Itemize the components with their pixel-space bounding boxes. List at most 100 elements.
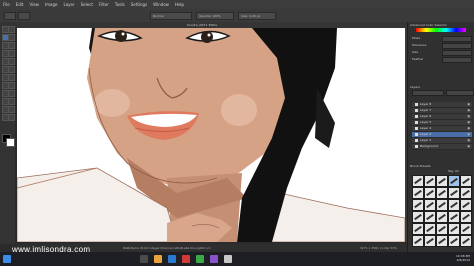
brush-preset-item[interactable]	[436, 211, 448, 223]
brush-preset-item[interactable]	[436, 235, 448, 247]
eye-icon[interactable]: ●	[467, 127, 470, 130]
brush-preset-item[interactable]	[448, 199, 460, 211]
layer-name: Layer 3	[420, 132, 432, 136]
brush-preset-item[interactable]	[412, 211, 424, 223]
eye-icon[interactable]: ●	[467, 109, 470, 112]
size-field[interactable]	[442, 50, 472, 56]
eye-icon[interactable]: ●	[467, 133, 470, 136]
menu-layer[interactable]: Layer	[60, 2, 77, 7]
opacity-slider[interactable]: Opacity: 100%	[196, 12, 234, 20]
menu-settings[interactable]: Settings	[128, 2, 150, 7]
ellipse-select-icon[interactable]	[8, 98, 15, 105]
brush-preset-item[interactable]	[448, 235, 460, 247]
browser-icon[interactable]	[168, 255, 176, 263]
eye-icon[interactable]: ●	[467, 145, 470, 148]
eyedropper-tool-icon[interactable]	[8, 82, 15, 89]
menu-file[interactable]: File	[0, 2, 13, 7]
eye-icon[interactable]: ●	[467, 139, 470, 142]
menu-help[interactable]: Help	[172, 2, 187, 7]
layer-row[interactable]: Background ●	[412, 144, 472, 150]
blend-mode-select[interactable]: Normal	[150, 12, 192, 20]
brush-preset-item[interactable]	[448, 187, 460, 199]
krita-taskbar-icon[interactable]	[210, 255, 218, 263]
brush-preset-item[interactable]	[436, 175, 448, 187]
gradient-tool-icon[interactable]	[8, 74, 15, 81]
transform-tool-icon[interactable]	[8, 66, 15, 73]
layer-blend-select[interactable]: Normal	[412, 90, 444, 107]
color-hue-strip[interactable]	[416, 28, 466, 32]
image-size-status: 3271 x 3561 (1.1G) 53%	[360, 246, 397, 250]
toolbox	[0, 22, 15, 244]
brush-preset-item[interactable]	[424, 187, 436, 199]
layer-name: Layer 6	[420, 114, 432, 118]
brush-preset-button[interactable]	[4, 12, 16, 20]
brush-preset-item[interactable]	[460, 175, 472, 187]
brush-tag-select[interactable]: Tag: All	[448, 169, 459, 173]
brush-preset-item[interactable]	[412, 187, 424, 199]
brush-preset-item[interactable]	[412, 175, 424, 187]
line-tool-icon[interactable]	[8, 34, 15, 41]
eye-icon[interactable]: ●	[467, 121, 470, 124]
app-icon-green[interactable]	[196, 255, 204, 263]
tolerance-field[interactable]	[442, 43, 472, 49]
brush-preset-item[interactable]	[436, 223, 448, 235]
file-explorer-icon[interactable]	[154, 255, 162, 263]
brush-preset-item[interactable]	[412, 223, 424, 235]
app-icon-gray[interactable]	[224, 255, 232, 263]
background-color-swatch[interactable]	[6, 138, 15, 147]
taskbar-clock[interactable]: 10:08 PM 2/8/2019	[456, 254, 470, 262]
layer-name: Background	[420, 144, 438, 148]
brush-preset-item[interactable]	[424, 175, 436, 187]
ellipse-tool-icon[interactable]	[8, 42, 15, 49]
tool-setting-tolerance-label: Tolerance	[412, 43, 427, 47]
magic-wand-icon[interactable]	[8, 106, 15, 113]
brush-preset-item[interactable]	[436, 187, 448, 199]
layer-opacity-field[interactable]: 100%	[446, 90, 474, 107]
menu-filter[interactable]: Filter	[96, 2, 112, 7]
brush-preset-item[interactable]	[448, 223, 460, 235]
menu-bar: File Edit View Image Layer Select Filter…	[0, 0, 474, 9]
brush-preset-item[interactable]	[424, 235, 436, 247]
brush-preset-item[interactable]	[460, 199, 472, 211]
brush-preset-item[interactable]	[460, 235, 472, 247]
brush-preset-item[interactable]	[424, 199, 436, 211]
menu-window[interactable]: Window	[150, 2, 172, 7]
brush-preset-item-selected[interactable]	[448, 175, 460, 187]
mode-field[interactable]	[442, 36, 472, 42]
eye-icon[interactable]: ●	[467, 115, 470, 118]
brush-preset-item[interactable]	[424, 211, 436, 223]
brush-preset-item[interactable]	[412, 199, 424, 211]
right-dock: Advanced Color Selector Mode Tolerance S…	[407, 22, 474, 252]
size-slider[interactable]: Size: 4.00 px	[238, 12, 276, 20]
dynamic-brush-icon[interactable]	[8, 58, 15, 65]
layer-name: Layer 8	[420, 102, 432, 106]
brush-preset-item[interactable]	[412, 235, 424, 247]
brush-preset-item[interactable]	[460, 211, 472, 223]
text-tool-icon[interactable]	[8, 26, 15, 33]
windows-taskbar: 10:08 PM 2/8/2019	[0, 252, 474, 266]
menu-image[interactable]: Image	[42, 2, 61, 7]
brush-preset-item[interactable]	[448, 211, 460, 223]
pan-tool-icon[interactable]	[8, 114, 15, 121]
canvas[interactable]	[17, 28, 405, 242]
blend-mode-label: Normal	[153, 14, 164, 18]
layer-name: Layer 4	[420, 126, 432, 130]
brush-preset-item[interactable]	[424, 223, 436, 235]
app-icon-red[interactable]	[182, 255, 190, 263]
menu-view[interactable]: View	[26, 2, 42, 7]
layer-thumbnail	[415, 109, 418, 112]
measure-tool-icon[interactable]	[8, 90, 15, 97]
clock-date: 2/8/2019	[456, 258, 470, 262]
menu-select[interactable]: Select	[78, 2, 96, 7]
brush-editor-button[interactable]	[18, 12, 30, 20]
bezier-tool-icon[interactable]	[8, 50, 15, 57]
start-button-icon[interactable]	[3, 255, 11, 263]
brush-preset-item[interactable]	[460, 187, 472, 199]
feather-field[interactable]	[442, 57, 472, 63]
brush-preset-item[interactable]	[460, 223, 472, 235]
menu-tools[interactable]: Tools	[112, 2, 128, 7]
eye-icon[interactable]: ●	[467, 103, 470, 106]
brush-preset-item[interactable]	[436, 199, 448, 211]
search-icon[interactable]	[140, 255, 148, 263]
menu-edit[interactable]: Edit	[13, 2, 27, 7]
